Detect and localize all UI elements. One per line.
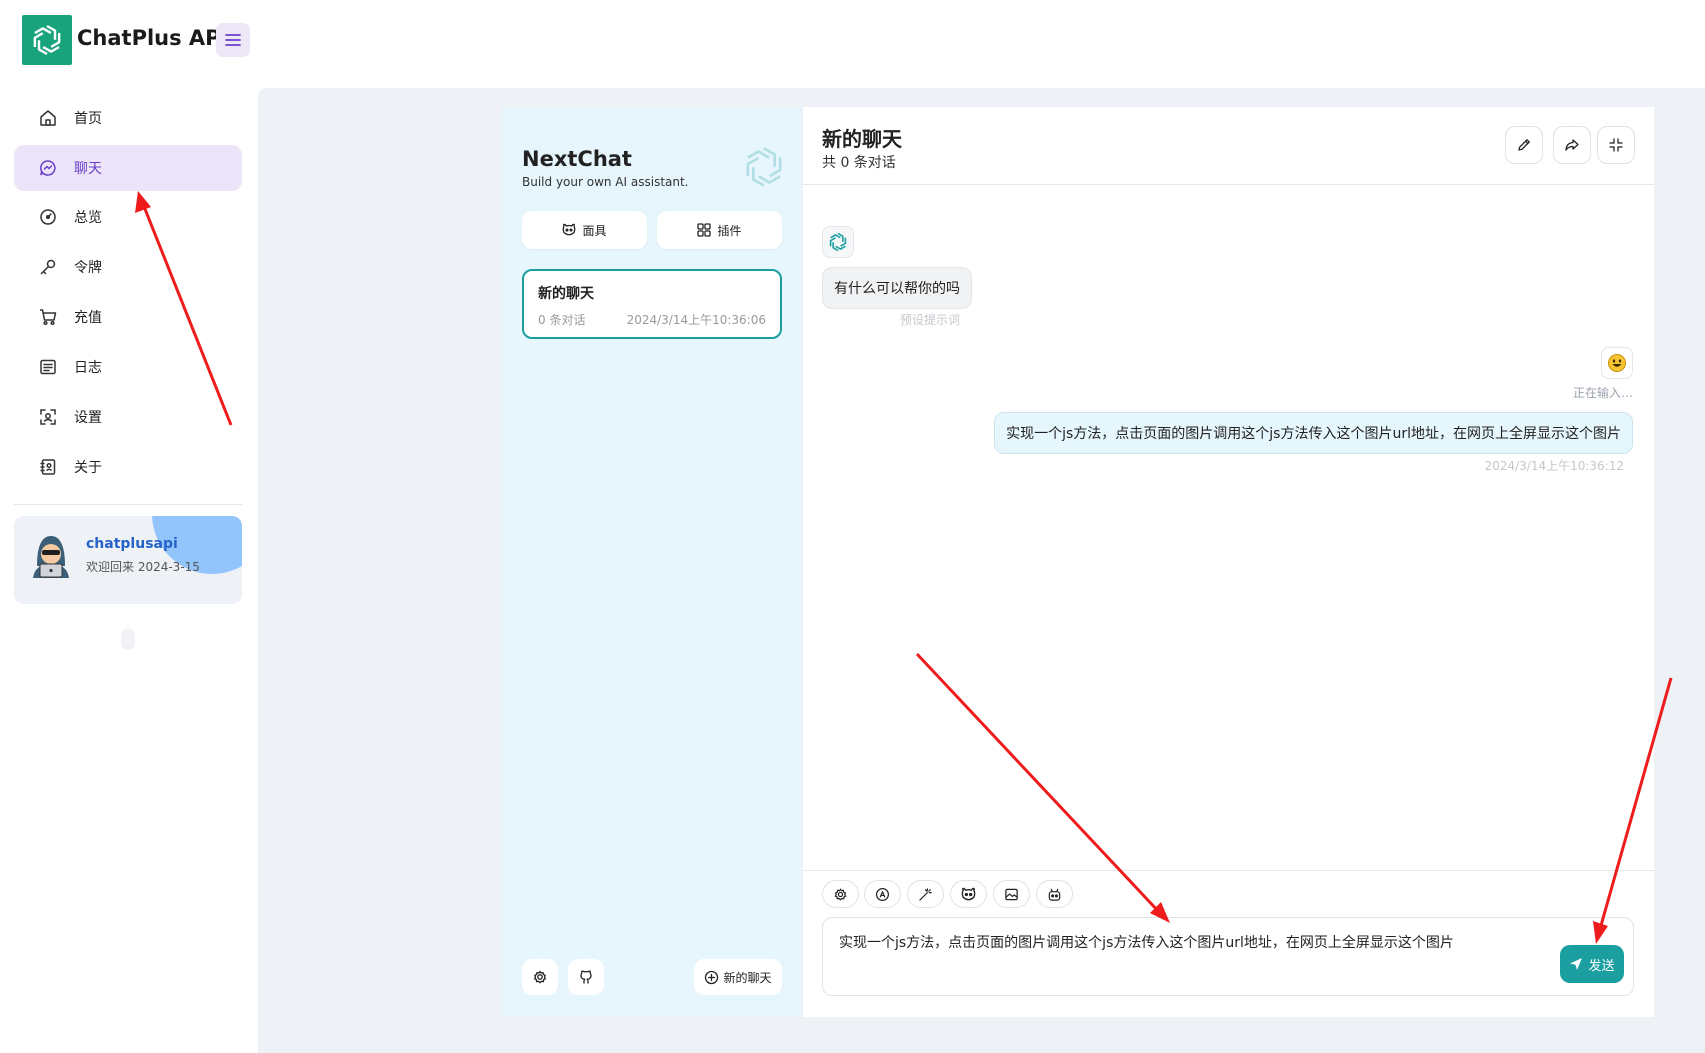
openai-watermark-icon bbox=[741, 147, 787, 188]
github-button[interactable] bbox=[568, 959, 604, 995]
chat-input-box: 发送 bbox=[822, 917, 1634, 996]
plus-circle-icon bbox=[704, 970, 719, 985]
sidebar-item-label: 关于 bbox=[74, 460, 102, 476]
cart-icon bbox=[38, 307, 58, 327]
plugin-button[interactable]: 插件 bbox=[657, 211, 782, 249]
settings-icon bbox=[38, 407, 58, 427]
sidebar-item-label: 令牌 bbox=[74, 260, 102, 276]
sidebar-item-label: 充值 bbox=[74, 310, 102, 326]
chat-session-item[interactable]: 新的聊天 0 条对话 2024/3/14上午10:36:06 bbox=[522, 269, 782, 339]
chat-input-area: 发送 bbox=[803, 870, 1654, 1017]
sidebar-item-label: 聊天 bbox=[74, 161, 102, 177]
sidebar-item-home[interactable]: 首页 bbox=[14, 95, 242, 141]
mask-icon bbox=[961, 887, 976, 900]
sidebar-item-label: 总览 bbox=[74, 210, 102, 226]
image-tool[interactable] bbox=[993, 880, 1030, 908]
session-count: 0 条对话 bbox=[538, 313, 586, 327]
typing-status: 正在输入… bbox=[1572, 386, 1633, 400]
theme-tool[interactable] bbox=[864, 880, 901, 908]
sidebar-item-tokens[interactable]: 令牌 bbox=[14, 244, 242, 290]
robot-tool[interactable] bbox=[1036, 880, 1073, 908]
edit-chat-button[interactable] bbox=[1505, 126, 1543, 164]
send-icon bbox=[1569, 957, 1583, 971]
session-title: 新的聊天 bbox=[538, 286, 594, 302]
share-icon bbox=[1565, 139, 1579, 151]
welcome-text: 欢迎回来 2024-3-15 bbox=[86, 560, 200, 574]
chat-icon bbox=[38, 158, 58, 178]
plugin-grid-icon bbox=[697, 223, 712, 237]
mask-button[interactable]: 面具 bbox=[522, 211, 647, 249]
openai-logo-icon bbox=[29, 24, 65, 56]
sidebar-item-chat[interactable]: 聊天 bbox=[14, 145, 242, 191]
auto-theme-icon bbox=[875, 887, 890, 901]
plugin-label: 插件 bbox=[717, 223, 742, 238]
nextchat-settings-button[interactable] bbox=[522, 959, 558, 995]
sidebar-item-about[interactable]: 关于 bbox=[14, 444, 242, 490]
nextchat-title: NextChat bbox=[522, 147, 632, 171]
hacker-avatar-icon bbox=[33, 536, 69, 578]
new-chat-button[interactable]: 新的聊天 bbox=[694, 959, 782, 995]
smiley-emoji-icon bbox=[1608, 354, 1626, 372]
settings-gear-icon bbox=[533, 970, 547, 984]
sidebar-item-logs[interactable]: 日志 bbox=[14, 344, 242, 390]
prompt-tool[interactable] bbox=[907, 880, 944, 908]
session-time: 2024/3/14上午10:36:06 bbox=[626, 313, 766, 327]
sidebar-item-settings[interactable]: 设置 bbox=[14, 394, 242, 440]
sidebar-divider bbox=[14, 504, 242, 505]
bot-avatar bbox=[822, 226, 854, 258]
chat-header: 新的聊天 共 0 条对话 bbox=[803, 107, 1654, 185]
openai-logo-icon bbox=[827, 232, 849, 252]
pencil-icon bbox=[1518, 139, 1530, 151]
github-icon bbox=[580, 970, 592, 984]
assistant-message: 有什么可以帮你的吗 bbox=[822, 267, 972, 309]
mask-label: 面具 bbox=[582, 223, 607, 238]
sidebar-item-label: 设置 bbox=[74, 410, 102, 426]
robot-icon bbox=[1048, 888, 1061, 901]
chat-input[interactable] bbox=[837, 930, 1477, 980]
settings-gear-icon bbox=[834, 887, 847, 901]
user-card[interactable]: chatplusapi 欢迎回来 2024-3-15 bbox=[14, 516, 242, 604]
send-button[interactable]: 发送 bbox=[1560, 945, 1624, 983]
chat-title: 新的聊天 bbox=[822, 127, 902, 151]
sidebar-item-label: 首页 bbox=[74, 111, 102, 127]
user-name[interactable]: chatplusapi bbox=[86, 536, 178, 552]
message-meta: 预设提示词 bbox=[900, 313, 961, 327]
magic-wand-icon bbox=[919, 887, 932, 901]
send-label: 发送 bbox=[1588, 958, 1615, 974]
mask-tool[interactable] bbox=[950, 880, 987, 908]
sidebar-item-dashboard[interactable]: 总览 bbox=[14, 194, 242, 240]
collapse-icon bbox=[1609, 138, 1623, 152]
chat-panel: 新的聊天 共 0 条对话 有什么可以帮你的吗 预设提示词 正在输入… 实现一个j… bbox=[803, 107, 1654, 1017]
nextchat-subtitle: Build your own AI assistant. bbox=[522, 175, 689, 189]
log-icon bbox=[38, 357, 58, 377]
new-chat-label: 新的聊天 bbox=[723, 970, 772, 985]
avatar bbox=[29, 532, 73, 578]
share-chat-button[interactable] bbox=[1553, 126, 1591, 164]
sidebar-item-recharge[interactable]: 充值 bbox=[14, 294, 242, 340]
sidebar-scroll-handle[interactable] bbox=[121, 628, 135, 650]
user-avatar[interactable] bbox=[1601, 347, 1633, 379]
home-icon bbox=[38, 108, 58, 128]
app-title: ChatPlus API bbox=[77, 26, 229, 50]
hamburger-icon bbox=[225, 34, 241, 46]
chat-subtitle: 共 0 条对话 bbox=[822, 155, 896, 171]
fullscreen-button[interactable] bbox=[1597, 126, 1635, 164]
menu-toggle-button[interactable] bbox=[216, 23, 250, 57]
sidebar-item-label: 日志 bbox=[74, 360, 102, 376]
image-icon bbox=[1005, 888, 1018, 900]
chat-settings-tool[interactable] bbox=[822, 880, 859, 908]
message-meta: 2024/3/14上午10:36:12 bbox=[1484, 459, 1624, 473]
mask-icon bbox=[562, 223, 576, 237]
about-icon bbox=[38, 457, 58, 477]
user-message: 实现一个js方法，点击页面的图片调用这个js方法传入这个图片url地址，在网页上… bbox=[994, 412, 1633, 454]
dashboard-icon bbox=[38, 207, 58, 227]
nextchat-sidebar: NextChat Build your own AI assistant. 面具… bbox=[502, 107, 801, 1017]
brand-logo bbox=[22, 15, 72, 65]
key-icon bbox=[38, 257, 58, 277]
